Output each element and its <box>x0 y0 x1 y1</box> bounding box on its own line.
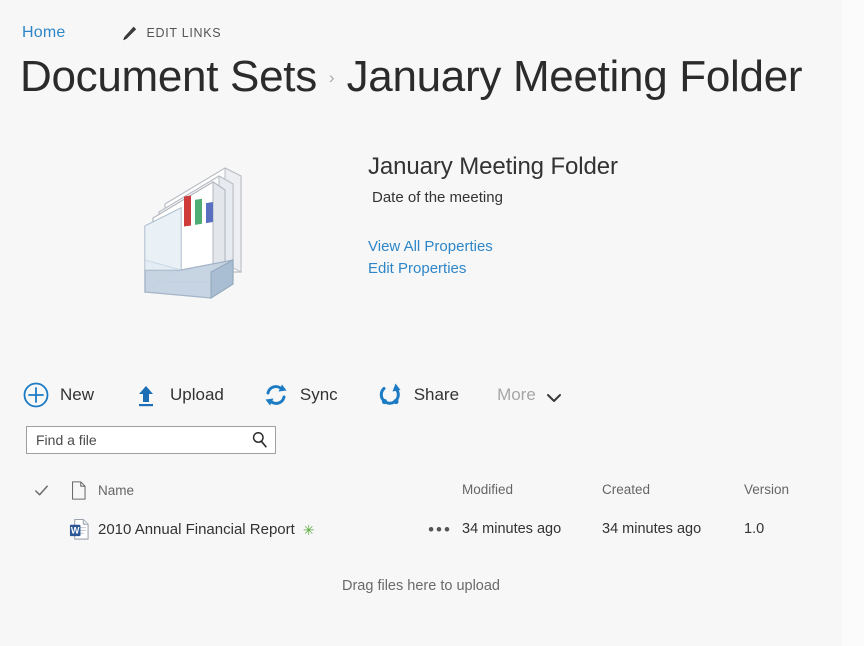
find-a-file-searchbox[interactable] <box>26 426 276 454</box>
edit-links-label: EDIT LINKS <box>146 26 222 40</box>
cell-version: 1.0 <box>744 521 765 537</box>
column-header-version[interactable]: Version <box>744 482 789 497</box>
new-item-badge: ✳ <box>302 522 315 538</box>
breadcrumb-separator-icon: › <box>328 68 335 87</box>
new-button-label: New <box>60 385 95 404</box>
document-set-description: Date of the meeting <box>372 189 503 206</box>
breadcrumb-parent[interactable]: Document Sets <box>20 52 317 102</box>
home-link[interactable]: Home <box>22 24 65 42</box>
document-set-name: January Meeting Folder <box>368 153 618 180</box>
page-title: Document Sets › January Meeting Folder <box>20 52 803 102</box>
new-button[interactable]: New <box>22 381 94 409</box>
sync-icon <box>262 381 290 409</box>
chevron-down-icon <box>546 390 562 402</box>
file-list-header: Name Modified Created Version <box>22 474 822 506</box>
column-header-modified[interactable]: Modified <box>462 482 513 497</box>
upload-arrow-icon <box>132 381 160 409</box>
table-row[interactable]: W 2010 Annual Financial Report ✳ ••• 34 … <box>22 512 822 546</box>
cell-created: 34 minutes ago <box>602 521 702 537</box>
share-icon <box>376 381 404 409</box>
column-header-name[interactable]: Name <box>98 483 134 498</box>
edit-properties-link[interactable]: Edit Properties <box>368 258 788 280</box>
more-button[interactable]: More <box>497 385 562 405</box>
properties-links: View All Properties Edit Properties <box>368 236 788 280</box>
word-document-icon: W <box>60 518 98 541</box>
right-edge-strip <box>842 0 864 646</box>
search-input[interactable] <box>27 427 247 453</box>
column-header-created[interactable]: Created <box>602 482 650 497</box>
cell-modified: 34 minutes ago <box>462 521 562 537</box>
sync-button[interactable]: Sync <box>262 381 338 409</box>
document-set-icon <box>137 152 261 304</box>
share-button[interactable]: Share <box>376 381 459 409</box>
share-button-label: Share <box>413 385 460 404</box>
svg-text:W: W <box>70 525 79 535</box>
view-all-properties-link[interactable]: View All Properties <box>368 236 788 258</box>
breadcrumb-current: January Meeting Folder <box>346 52 803 101</box>
upload-button[interactable]: Upload <box>132 381 224 409</box>
page-canvas: Home EDIT LINKS Document Sets › January … <box>0 0 842 646</box>
command-bar: New Upload Sync Share More <box>22 374 562 416</box>
sync-button-label: Sync <box>299 385 338 404</box>
document-icon[interactable] <box>60 480 98 500</box>
top-navigation: Home EDIT LINKS <box>22 22 221 44</box>
edit-links-button[interactable]: EDIT LINKS <box>121 25 221 42</box>
more-button-label: More <box>497 385 536 404</box>
upload-button-label: Upload <box>170 385 224 404</box>
document-set-summary: January Meeting Folder Date of the meeti… <box>368 152 788 280</box>
select-all-checkmark-icon[interactable] <box>22 482 60 499</box>
file-list: Name Modified Created Version W 2010 Ann… <box>22 474 822 546</box>
file-name-link[interactable]: 2010 Annual Financial Report <box>98 521 295 538</box>
drag-files-hint: Drag files here to upload <box>342 578 500 594</box>
plus-circle-icon <box>22 381 50 409</box>
search-icon[interactable] <box>247 427 273 453</box>
pencil-icon <box>121 25 138 42</box>
row-context-menu-button[interactable]: ••• <box>428 521 452 538</box>
